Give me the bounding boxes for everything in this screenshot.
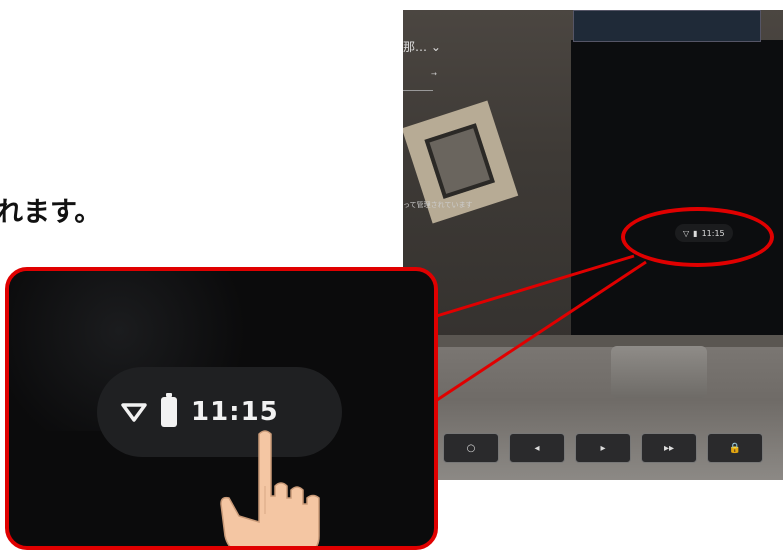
key-volume-down[interactable]: ▸ [575,433,631,463]
key-volume-up[interactable]: ▸▸ [641,433,697,463]
key-overview[interactable]: ○ [443,433,499,463]
managed-notice: って管理されています [403,201,473,209]
screen-dark-area [571,40,783,340]
user-name-text[interactable]: 那… ⌄ [403,38,441,55]
status-time-zoomed: 11:15 [191,397,279,427]
wifi-icon [121,403,147,422]
instruction-text: れます。 [0,197,102,228]
password-field[interactable] [403,90,433,91]
chevron-down-icon: ⌄ [430,40,441,54]
battery-icon [161,393,177,427]
pointing-hand-icon [220,430,320,546]
zoom-callout: 11:15 [5,267,438,550]
arrow-icon[interactable]: → [431,70,437,78]
highlight-ring [621,207,774,267]
key-lock[interactable]: 🔒 [707,433,763,463]
key-mute[interactable]: ◂ [509,433,565,463]
screen-top-bar [573,10,761,42]
hinge [611,346,707,398]
function-keys: ○ ◂ ▸ ▸▸ 🔒 [443,433,763,463]
